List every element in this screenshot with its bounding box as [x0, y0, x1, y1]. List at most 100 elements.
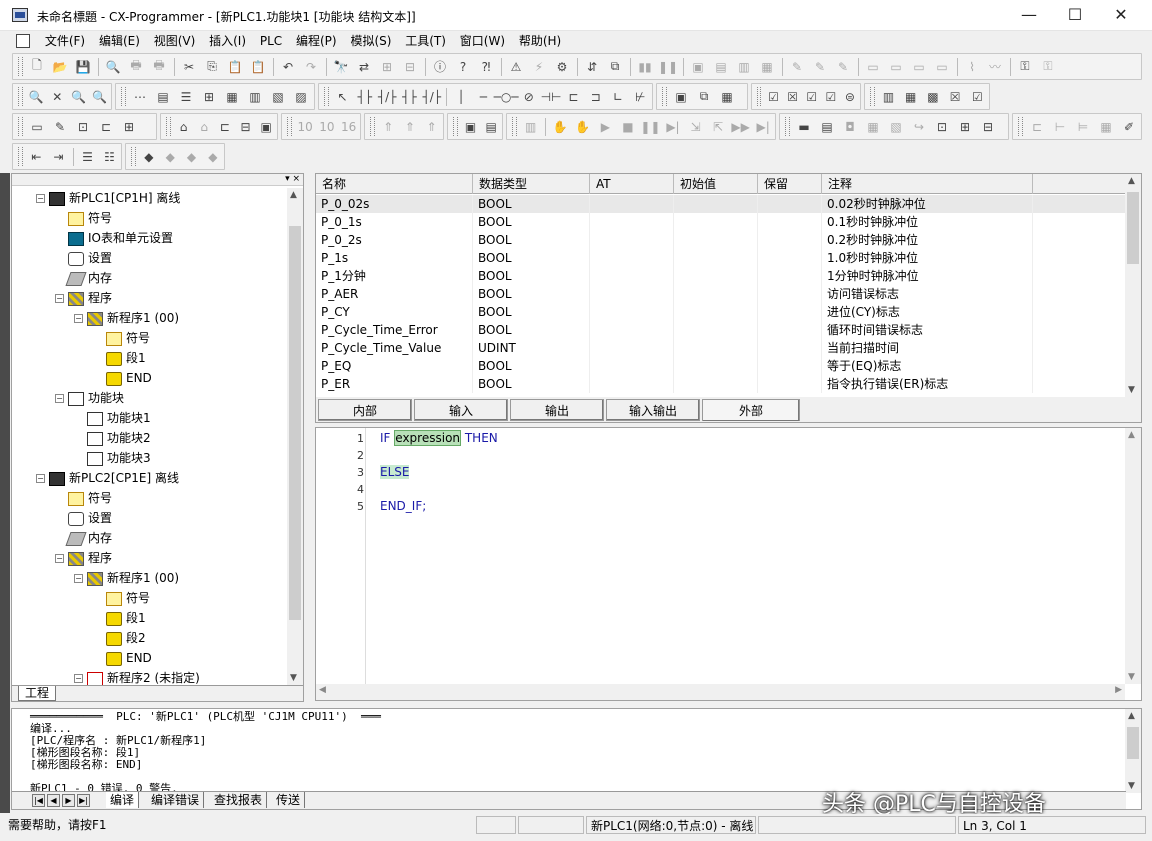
cross-reference-icon[interactable]: ⊞: [376, 56, 398, 78]
tree-item[interactable]: − 新PLC2[CP1E] 离线: [36, 468, 179, 488]
help-icon[interactable]: ?: [452, 56, 474, 78]
scroll-up-icon[interactable]: ▲: [290, 190, 297, 200]
tab-internal[interactable]: 内部: [318, 399, 412, 421]
cell-name[interactable]: P_CY: [316, 303, 473, 321]
output-scrollbar-thumb[interactable]: [1127, 727, 1139, 759]
cell-data-type[interactable]: BOOL: [473, 267, 590, 285]
contact-or-icon[interactable]: ┤├: [399, 86, 420, 108]
cell-at[interactable]: [590, 321, 674, 339]
diagram-transition-icon[interactable]: ▦: [862, 116, 884, 138]
tab-compile-errors[interactable]: 编译错误: [147, 792, 205, 808]
scroll-up-icon[interactable]: ▲: [1128, 430, 1135, 440]
uncomment-lines-icon[interactable]: ☷: [99, 146, 120, 168]
tab-in-out[interactable]: 输入输出: [606, 399, 700, 421]
menu-program[interactable]: 编程(P): [291, 31, 342, 51]
cell-name[interactable]: P_0_2s: [316, 231, 473, 249]
st-view-icon[interactable]: ⊡: [72, 116, 94, 138]
tree-item[interactable]: 符号: [106, 328, 150, 348]
diagram-jump-icon[interactable]: ↪: [908, 116, 930, 138]
watch-toolbar-icon[interactable]: ▩: [922, 86, 943, 108]
cell-data-type[interactable]: BOOL: [473, 195, 590, 213]
cell-retain[interactable]: [758, 195, 822, 213]
cell-at[interactable]: [590, 231, 674, 249]
differential-monitor-icon[interactable]: ⌇: [961, 56, 983, 78]
tree-expander-icon[interactable]: −: [55, 554, 64, 563]
tree-item[interactable]: IO表和单元设置: [68, 228, 173, 248]
cell-at[interactable]: [590, 339, 674, 357]
cell-at[interactable]: [590, 375, 674, 393]
diagram-comment-icon[interactable]: ⊟: [977, 116, 999, 138]
table-row[interactable]: P_CY BOOL 进位(CY)标志: [316, 303, 1127, 321]
sim-step-out-icon[interactable]: ⇱: [707, 116, 729, 138]
cell-name[interactable]: P_0_1s: [316, 213, 473, 231]
verify-icon[interactable]: ☑: [803, 86, 821, 108]
online-edit-send-icon[interactable]: ✎: [809, 56, 831, 78]
cell-data-type[interactable]: BOOL: [473, 303, 590, 321]
paste-special-icon[interactable]: 📋: [247, 56, 269, 78]
bookmark-prev-icon[interactable]: ◆: [181, 146, 201, 168]
st-editor[interactable]: 1 2 3 4 5 IF expression THEN ELSE END_IF…: [315, 427, 1142, 701]
bookmark-next-icon[interactable]: ◆: [160, 146, 180, 168]
cell-comment[interactable]: 当前扫描时间: [822, 339, 1033, 357]
table-row[interactable]: P_0_02s BOOL 0.02秒时钟脉冲位: [316, 195, 1127, 213]
tree-item[interactable]: 功能块3: [87, 448, 151, 468]
program-compare-icon[interactable]: ☒: [784, 86, 802, 108]
tree-expander-icon[interactable]: −: [36, 474, 45, 483]
warning-icon[interactable]: ⚠: [505, 56, 527, 78]
force-cancel-icon[interactable]: ▥: [733, 56, 755, 78]
tab-output[interactable]: 输出: [510, 399, 604, 421]
address-reference-icon[interactable]: ⊟: [399, 56, 421, 78]
tree-item[interactable]: 内存: [65, 528, 112, 548]
menu-insert[interactable]: 插入(I): [204, 31, 251, 51]
cell-retain[interactable]: [758, 285, 822, 303]
bookmark-toggle-icon[interactable]: ◆: [139, 146, 159, 168]
maximize-button[interactable]: ☐: [1052, 0, 1098, 30]
paste-icon[interactable]: 📋: [224, 56, 246, 78]
tab-next-icon[interactable]: ▶: [62, 794, 75, 807]
rung-top-icon[interactable]: ⇑: [421, 116, 442, 138]
context-help-icon[interactable]: ⁈: [475, 56, 497, 78]
tree-item[interactable]: − 新程序1 (00): [74, 568, 179, 588]
tree-item[interactable]: END: [106, 648, 152, 668]
placeholder-expression[interactable]: expression: [394, 430, 462, 446]
tree-item[interactable]: 符号: [68, 488, 112, 508]
tree-scrollbar[interactable]: ▲ ▼: [287, 188, 303, 685]
column-comment[interactable]: 注释: [822, 174, 1033, 194]
tree-item[interactable]: 段2: [106, 628, 146, 648]
tree-expander-icon[interactable]: −: [74, 314, 83, 323]
sfc-erase-icon[interactable]: ✐: [1118, 116, 1140, 138]
fb-instance-icon[interactable]: ⊟: [236, 116, 256, 138]
column-initial-value[interactable]: 初始值: [674, 174, 758, 194]
column-retain[interactable]: 保留: [758, 174, 822, 194]
cell-comment[interactable]: 1.0秒时钟脉冲位: [822, 249, 1033, 267]
rung-down-icon[interactable]: ⇑: [400, 116, 421, 138]
eq-icon[interactable]: ⊜: [841, 86, 859, 108]
cell-retain[interactable]: [758, 231, 822, 249]
cell-name[interactable]: P_EQ: [316, 357, 473, 375]
print-setup-icon[interactable]: 🖶: [148, 56, 170, 78]
scroll-left-icon[interactable]: ◀: [319, 685, 326, 695]
coil-nc-icon[interactable]: ⊘: [518, 86, 539, 108]
transfer-icon[interactable]: ⇵: [581, 56, 603, 78]
tab-project[interactable]: 工程: [18, 686, 57, 701]
contact-nc-icon[interactable]: ┤/├: [377, 86, 398, 108]
indent-right-icon[interactable]: ⇥: [48, 146, 69, 168]
force-off-icon[interactable]: ▤: [710, 56, 732, 78]
cell-at[interactable]: [590, 213, 674, 231]
cell-initial-value[interactable]: [674, 213, 758, 231]
scroll-down-icon[interactable]: ▼: [1128, 385, 1135, 395]
cell-name[interactable]: P_0_02s: [316, 195, 473, 213]
memory-compare-icon[interactable]: ▭: [885, 56, 907, 78]
rung-comments-icon[interactable]: ☰: [175, 86, 197, 108]
tree-item[interactable]: − 新PLC1[CP1H] 离线: [36, 188, 180, 208]
cell-initial-value[interactable]: [674, 249, 758, 267]
cell-initial-value[interactable]: [674, 357, 758, 375]
rung-up-icon[interactable]: ⇑: [378, 116, 399, 138]
select-mode-icon[interactable]: ↖: [332, 86, 353, 108]
memory-view-icon[interactable]: ▭: [862, 56, 884, 78]
cell-data-type[interactable]: BOOL: [473, 357, 590, 375]
sfc-divergence-icon[interactable]: ⊨: [1072, 116, 1094, 138]
bookmark-clear-icon[interactable]: ◆: [203, 146, 223, 168]
cell-name[interactable]: P_1分钟: [316, 267, 473, 285]
cell-data-type[interactable]: BOOL: [473, 321, 590, 339]
